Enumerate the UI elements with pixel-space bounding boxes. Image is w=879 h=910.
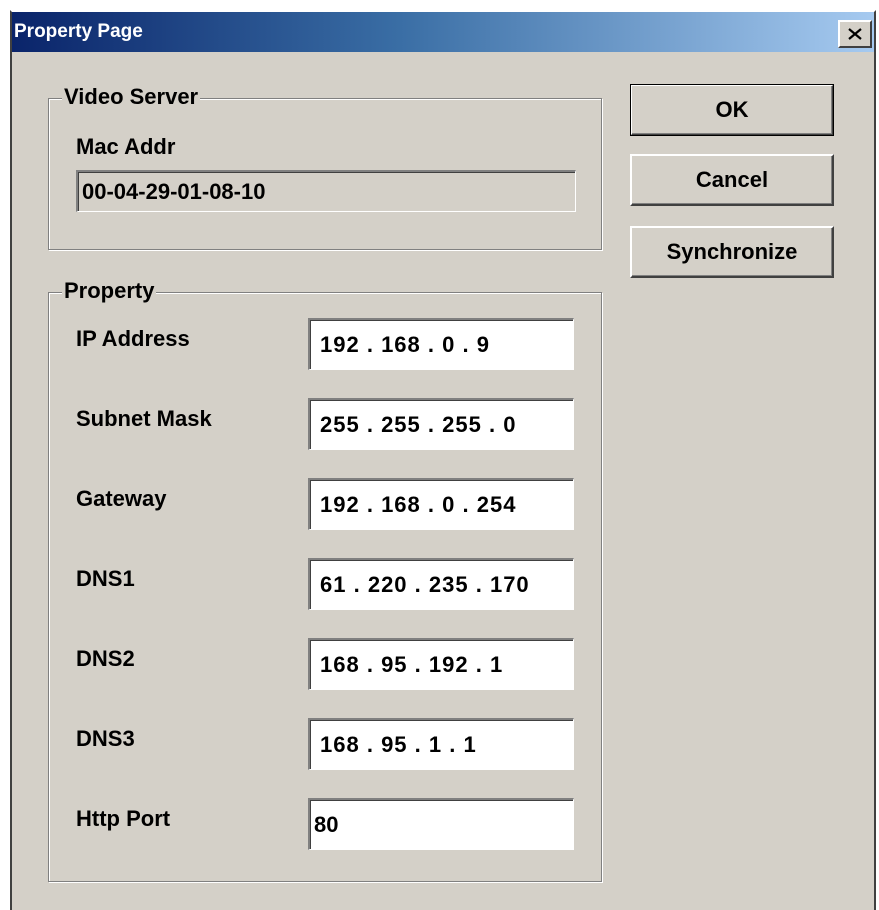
octet: 95 bbox=[381, 651, 408, 677]
octet: 61 bbox=[320, 571, 347, 597]
ok-button[interactable]: OK bbox=[630, 84, 834, 136]
octet: 0 bbox=[442, 331, 456, 357]
close-icon bbox=[848, 28, 862, 40]
synchronize-button[interactable]: Synchronize bbox=[630, 226, 834, 278]
ip-address-label: IP Address bbox=[76, 326, 190, 351]
octet: 95 bbox=[381, 731, 408, 757]
subnet-mask-field[interactable]: 255 . 255 . 255 . 0 bbox=[308, 398, 574, 450]
octet: 168 bbox=[381, 491, 421, 517]
title-bar[interactable]: Property Page bbox=[12, 12, 874, 52]
octet: 235 bbox=[428, 571, 469, 597]
octet: 255 bbox=[381, 411, 421, 437]
mac-addr-value: 00-04-29-01-08-10 bbox=[82, 178, 266, 204]
dns1-field[interactable]: 61 . 220 . 235 . 170 bbox=[308, 558, 574, 610]
http-port-value: 80 bbox=[314, 811, 339, 837]
video-server-legend: Video Server bbox=[62, 84, 201, 110]
octet: 168 bbox=[320, 651, 360, 677]
close-button[interactable] bbox=[838, 20, 872, 48]
octet: 168 bbox=[381, 331, 421, 357]
dns3-label: DNS3 bbox=[76, 726, 135, 751]
octet: 1 bbox=[428, 731, 443, 757]
octet: 255 bbox=[320, 411, 360, 437]
octet: 254 bbox=[476, 491, 517, 517]
octet: 1 bbox=[489, 651, 504, 677]
mac-addr-label: Mac Addr bbox=[76, 134, 176, 159]
ip-address-field[interactable]: 192 . 168 . 0 . 9 bbox=[308, 318, 574, 370]
octet: 1 bbox=[463, 731, 477, 757]
gateway-label: Gateway bbox=[76, 486, 167, 511]
cancel-button[interactable]: Cancel bbox=[630, 154, 834, 206]
dns1-label: DNS1 bbox=[76, 566, 135, 591]
mac-addr-field[interactable]: 00-04-29-01-08-10 bbox=[76, 170, 576, 212]
octet: 0 bbox=[442, 491, 456, 517]
window-title: Property Page bbox=[14, 21, 143, 42]
octet: 9 bbox=[476, 331, 490, 357]
property-legend: Property bbox=[62, 278, 157, 304]
octet: 192 bbox=[428, 651, 469, 677]
subnet-mask-label: Subnet Mask bbox=[76, 406, 212, 431]
dns2-label: DNS2 bbox=[76, 646, 135, 671]
dns3-field[interactable]: 168 . 95 . 1 . 1 bbox=[308, 718, 574, 770]
gateway-field[interactable]: 192 . 168 . 0 . 254 bbox=[308, 478, 574, 530]
dns2-field[interactable]: 168 . 95 . 192 . 1 bbox=[308, 638, 574, 690]
http-port-label: Http Port bbox=[76, 806, 171, 831]
octet: 255 bbox=[442, 411, 482, 437]
property-page-dialog: Property Page Video Server Mac Addr 00-0… bbox=[10, 10, 876, 910]
octet: 0 bbox=[503, 411, 517, 437]
octet: 192 bbox=[320, 491, 360, 517]
octet: 192 bbox=[320, 331, 360, 357]
octet: 220 bbox=[367, 571, 408, 597]
octet: 168 bbox=[320, 731, 360, 757]
octet: 170 bbox=[489, 571, 530, 597]
http-port-field[interactable]: 80 bbox=[308, 798, 574, 850]
